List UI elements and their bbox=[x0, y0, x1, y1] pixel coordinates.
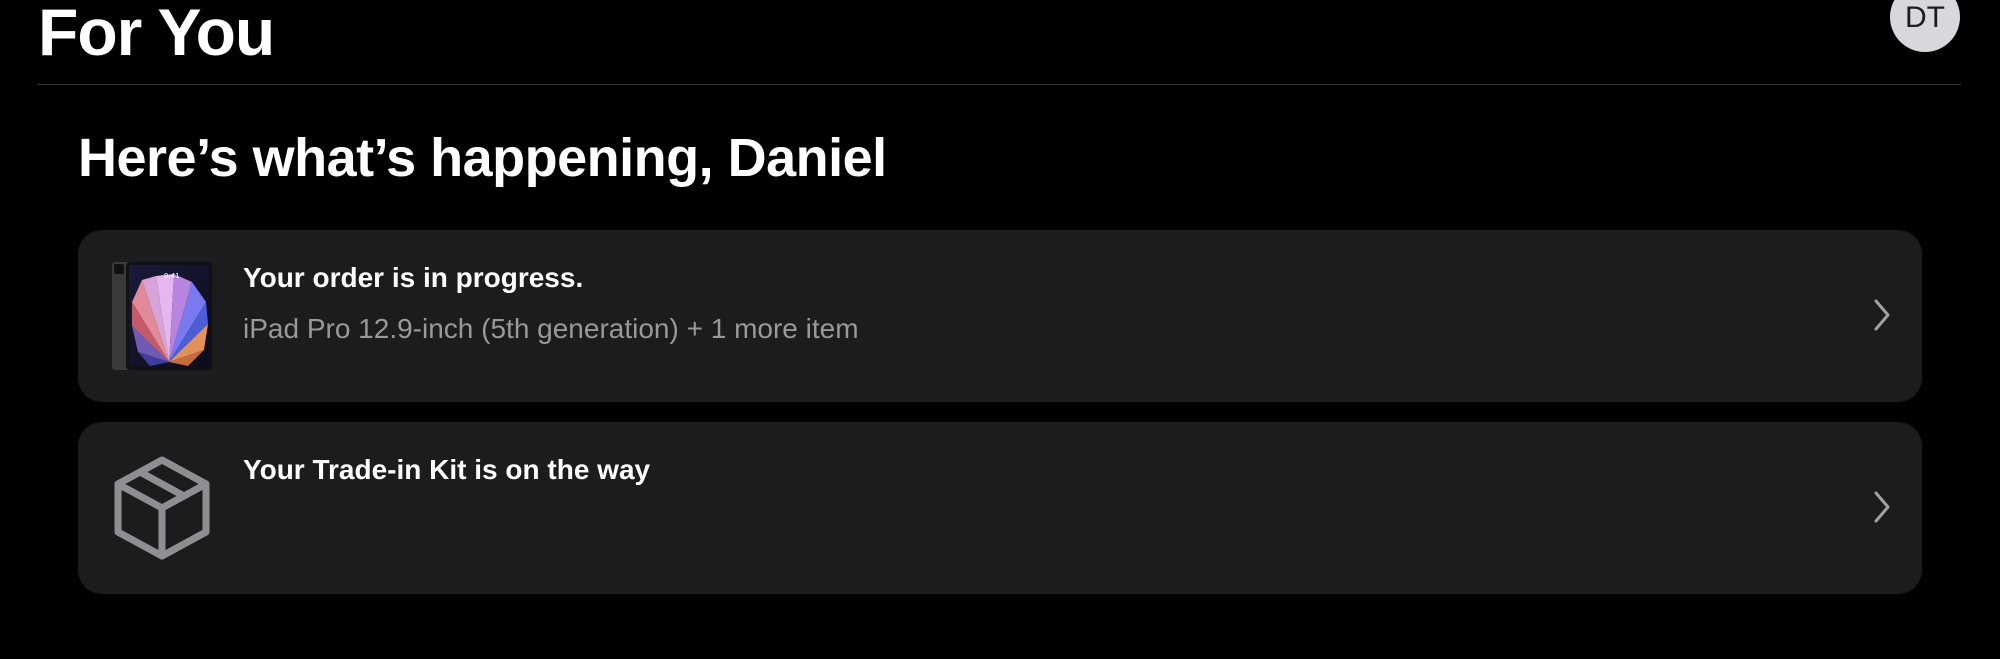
chevron-right-icon[interactable] bbox=[1872, 298, 1892, 332]
trade-in-kit-title: Your Trade-in Kit is on the way bbox=[243, 454, 651, 485]
trade-in-kit-card[interactable]: Your Trade-in Kit is on the way bbox=[78, 422, 1922, 594]
header-divider bbox=[38, 84, 1961, 85]
order-status-title: Your order is in progress. bbox=[243, 262, 584, 293]
svg-text:9:41: 9:41 bbox=[164, 272, 180, 280]
package-box-icon bbox=[112, 454, 212, 562]
ipad-pro-thumbnail: 9:41 bbox=[112, 262, 212, 370]
avatar-initials: DT bbox=[1905, 1, 1945, 34]
avatar[interactable]: DT bbox=[1890, 0, 1960, 52]
order-status-card[interactable]: 9:41 Your order is in progress. iPad Pro… bbox=[78, 230, 1922, 402]
page-title: For You bbox=[38, 0, 275, 69]
chevron-right-icon[interactable] bbox=[1872, 490, 1892, 524]
greeting-heading: Here’s what’s happening, Daniel bbox=[78, 128, 887, 188]
order-items-summary: iPad Pro 12.9-inch (5th generation) + 1 … bbox=[243, 313, 859, 344]
